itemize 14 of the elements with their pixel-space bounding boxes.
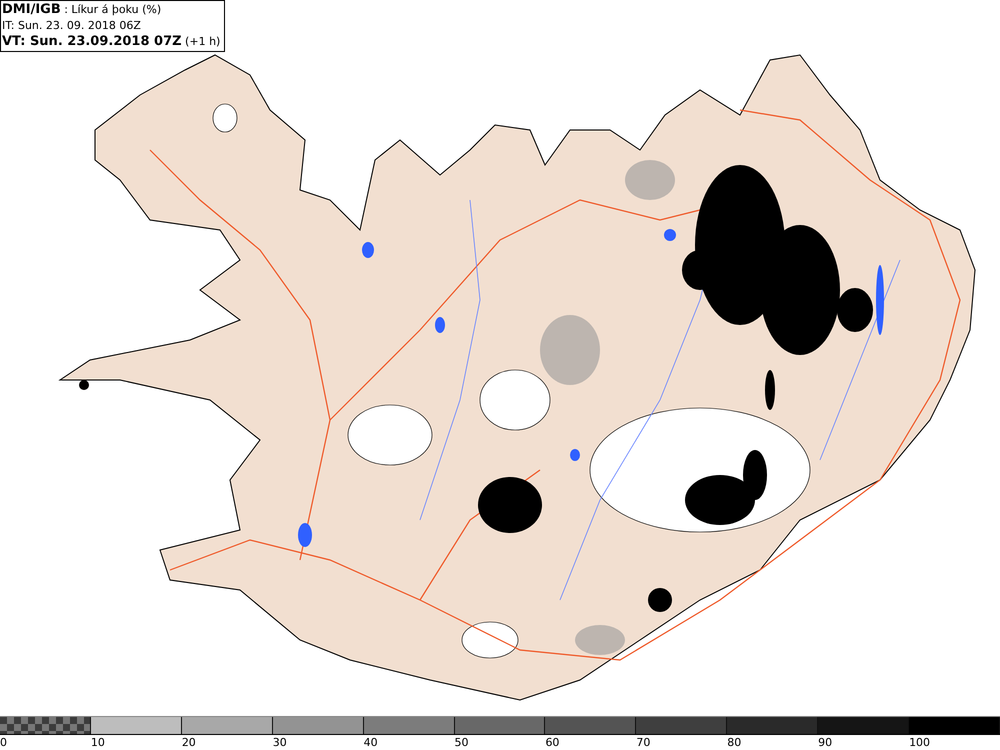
valid-time: VT: Sun. 23.09.2018 07Z (+1 h): [2, 34, 220, 50]
legend-label: 50: [454, 736, 469, 749]
legend-label: 70: [636, 736, 650, 749]
legend-label: 60: [545, 736, 560, 749]
legend-label: 10: [90, 736, 105, 749]
legend-label: 20: [182, 736, 196, 749]
legend-label: 0: [0, 736, 7, 749]
issue-time: IT: Sun. 23. 09. 2018 06Z: [2, 18, 142, 34]
legend-label: 80: [727, 736, 742, 749]
legend-label: 30: [272, 736, 287, 749]
legend-label: 100: [909, 736, 930, 749]
legend-label: 90: [818, 736, 832, 749]
map-title: DMI/IGB : Líkur á þoku (%): [2, 2, 162, 18]
legend-label: 40: [364, 736, 378, 749]
